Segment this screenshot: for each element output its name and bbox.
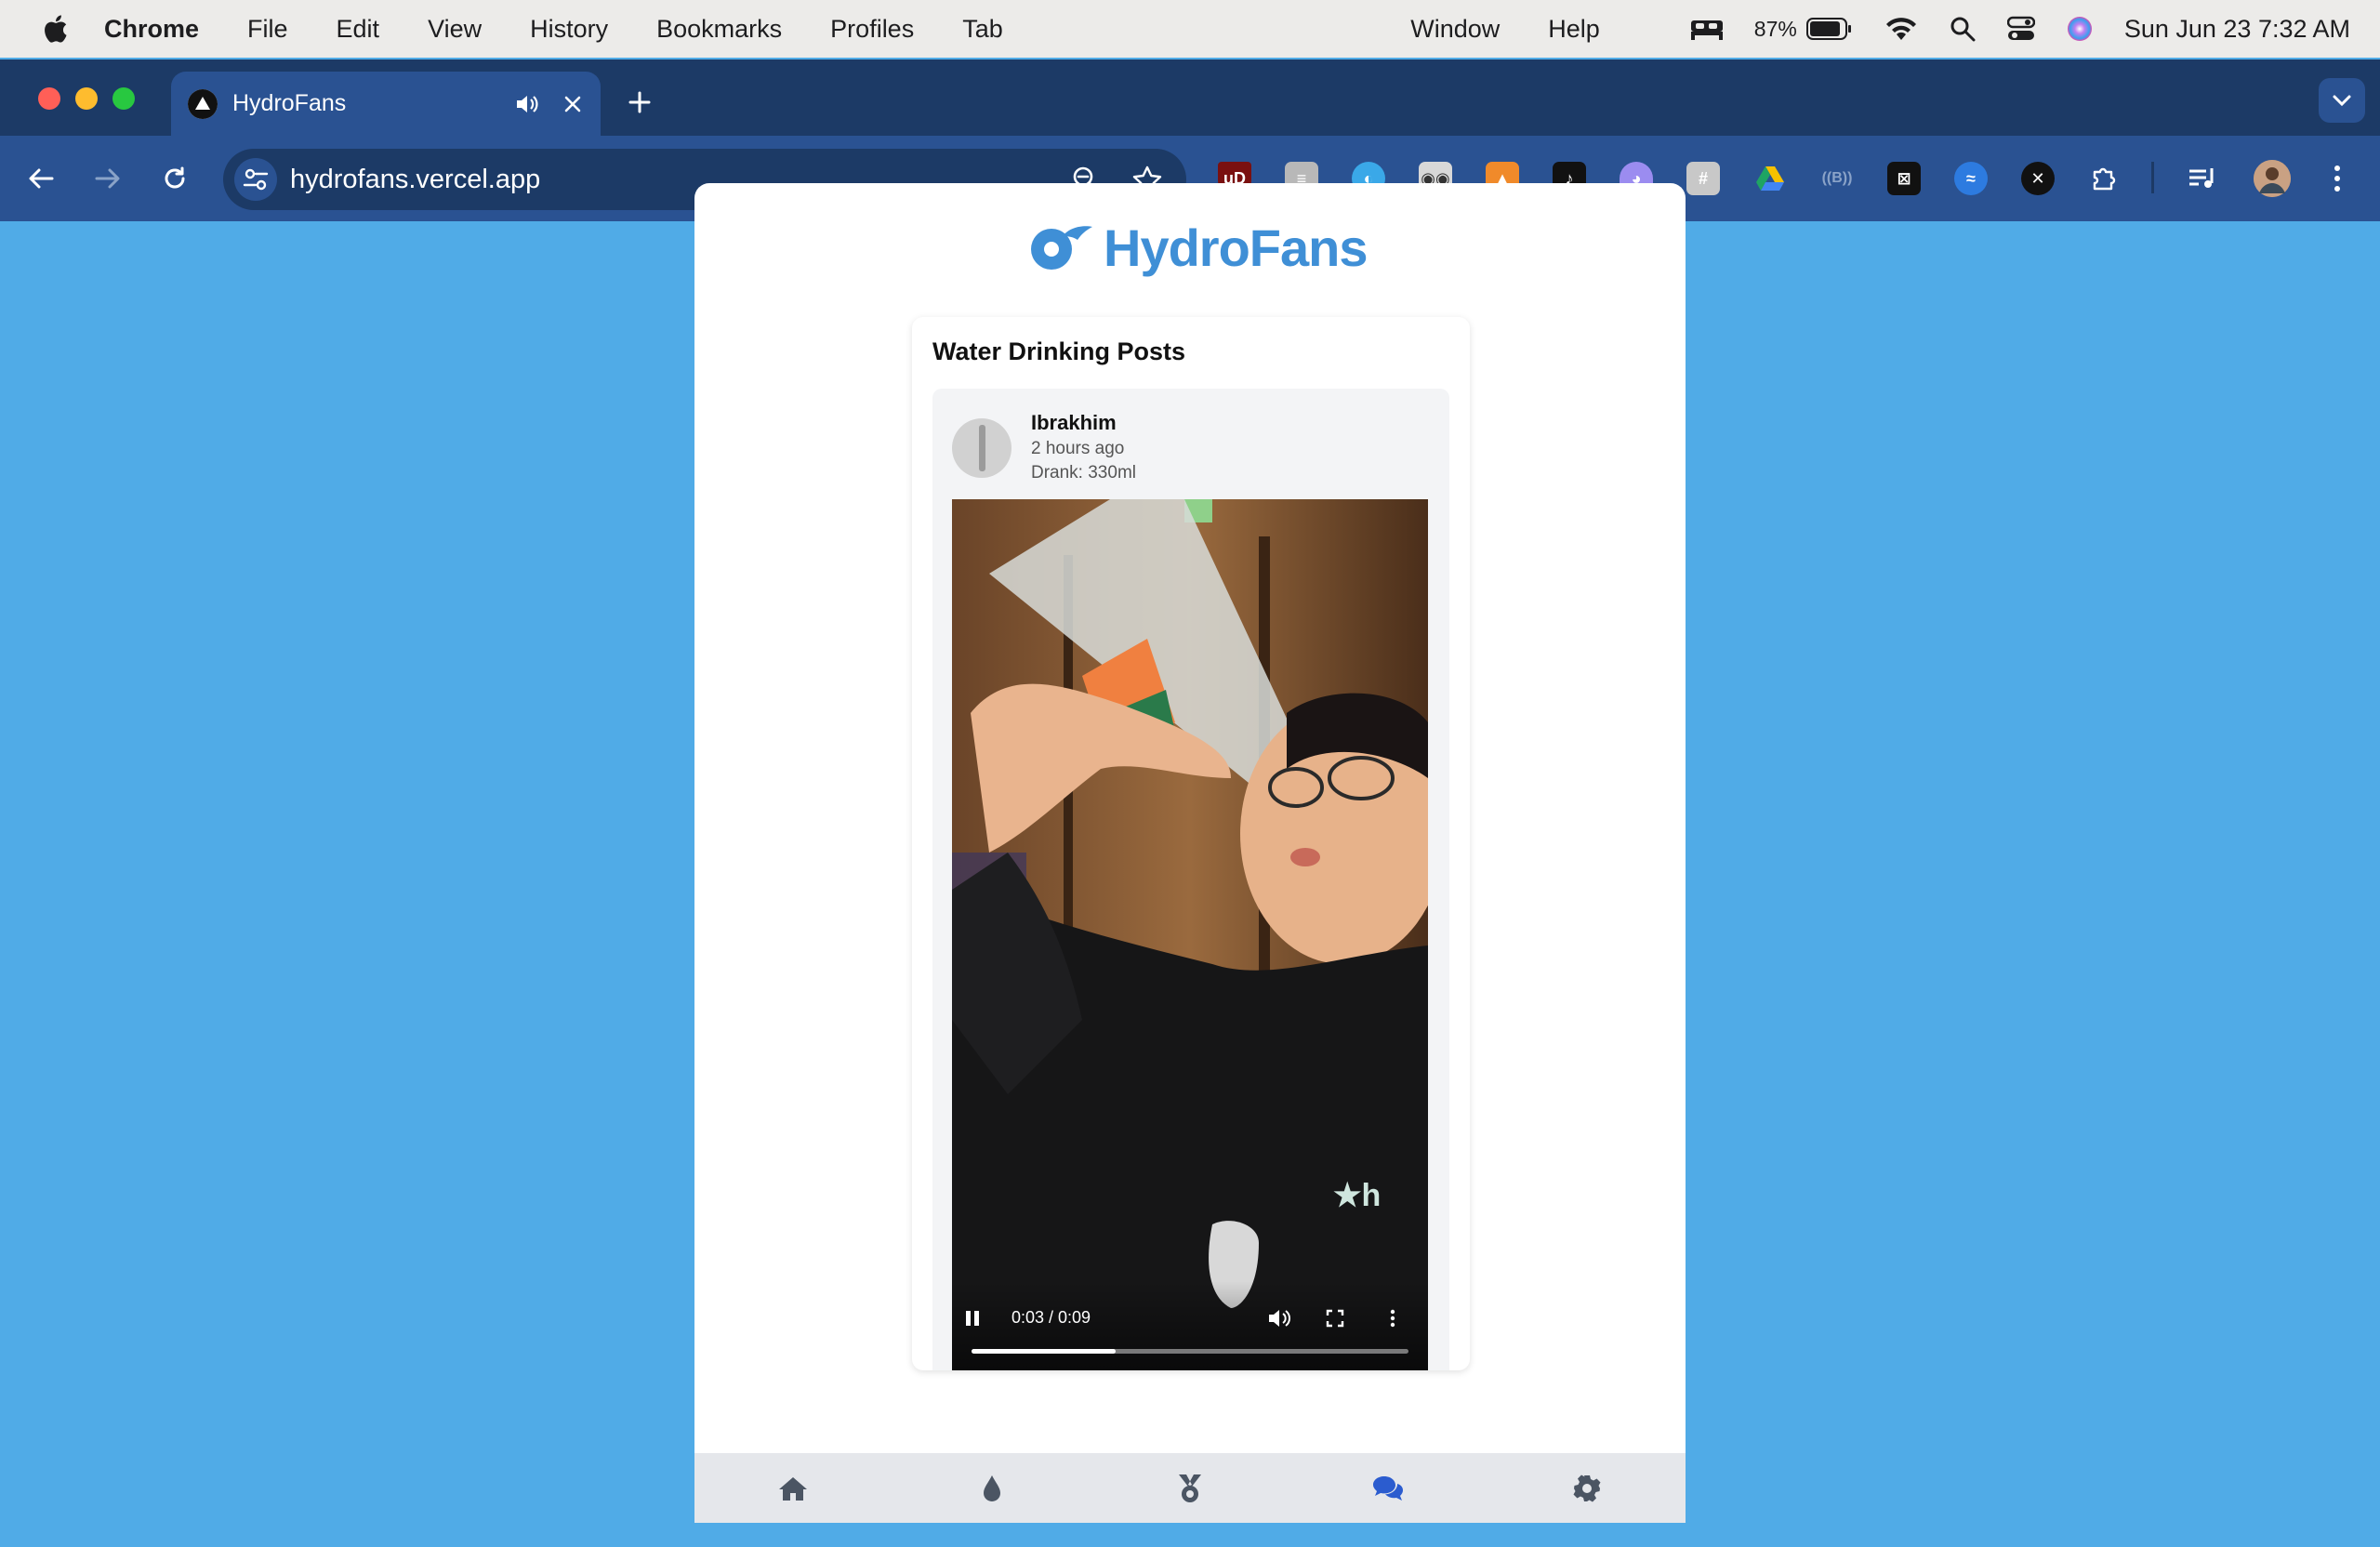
post-time: 2 hours ago [1031, 439, 1125, 458]
tab-strip: HydroFans [0, 60, 2380, 136]
zoom-window-button[interactable] [112, 87, 135, 110]
puzzle-icon[interactable] [2088, 162, 2122, 195]
google-drive-icon[interactable] [1753, 162, 1787, 195]
status-area: 87% Sun Jun 23 7:32 AM [1648, 15, 2380, 44]
site-settings-icon[interactable] [234, 158, 277, 201]
volume-icon[interactable] [1263, 1302, 1296, 1335]
menu-bookmarks[interactable]: Bookmarks [656, 15, 782, 44]
toolbar-divider [2151, 162, 2154, 193]
chat-icon[interactable] [1368, 1468, 1408, 1509]
home-icon[interactable] [773, 1468, 813, 1509]
x-extension-icon[interactable]: ✕ [2021, 162, 2055, 195]
post-video[interactable]: ★h 0:03 / 0:09 [952, 499, 1428, 1370]
menu-edit[interactable]: Edit [337, 15, 380, 44]
brand-logo[interactable]: HydroFans [1029, 215, 1368, 280]
menu-file[interactable]: File [247, 15, 288, 44]
reload-icon[interactable] [152, 156, 197, 201]
bed-icon[interactable] [1689, 17, 1725, 41]
avatar[interactable] [2254, 160, 2291, 197]
bottom-nav [694, 1453, 1686, 1523]
video-controls: 0:03 / 0:09 [952, 1281, 1428, 1370]
menu-chrome[interactable]: Chrome [104, 15, 199, 44]
siri-icon[interactable] [2067, 16, 2093, 42]
tab-title: HydroFans [232, 90, 347, 116]
close-icon[interactable] [554, 86, 591, 123]
menu-help[interactable]: Help [1548, 15, 1600, 44]
spotlight-search-icon[interactable] [1950, 16, 1976, 42]
macos-menu-bar: Chrome File Edit View History Bookmarks … [0, 0, 2380, 58]
avatar-placeholder-icon [978, 425, 985, 471]
shirt-logo: ★h [1333, 1178, 1381, 1213]
hashtag-extension-icon[interactable]: # [1686, 162, 1720, 195]
fullscreen-icon[interactable] [1318, 1302, 1352, 1335]
video-more-icon[interactable] [1376, 1302, 1409, 1335]
close-window-button[interactable] [38, 87, 60, 110]
menu-profiles[interactable]: Profiles [830, 15, 914, 44]
brand-name: HydroFans [1104, 218, 1368, 277]
video-time: 0:03 / 0:09 [1012, 1308, 1091, 1327]
tab-hydrofans[interactable]: HydroFans [171, 72, 601, 136]
post-amount: Drank: 330ml [1031, 463, 1136, 483]
forward-arrow-icon[interactable] [86, 156, 130, 201]
post-card: Ibrakhim 2 hours ago Drank: 330ml ★h 0:0… [932, 389, 1449, 1370]
video-frame: ★h [952, 499, 1428, 1370]
hydrofans-app: HydroFans Water Drinking Posts Ibrakhim … [694, 183, 1686, 1523]
avatar[interactable] [952, 418, 1012, 478]
post-username[interactable]: Ibrakhim [1031, 411, 1117, 435]
apple-logo-icon[interactable] [41, 13, 69, 45]
kebab-menu-icon[interactable] [2320, 162, 2354, 195]
menu-view[interactable]: View [428, 15, 482, 44]
medal-icon[interactable] [1170, 1468, 1210, 1509]
posts-feed: Water Drinking Posts Ibrakhim 2 hours ag… [912, 317, 1470, 1370]
vercel-triangle-icon [188, 88, 218, 119]
speaker-icon[interactable] [508, 86, 545, 123]
bracket-extension-icon[interactable]: ((B)) [1820, 162, 1854, 195]
wifi-icon[interactable] [1884, 16, 1918, 42]
menu-clock[interactable]: Sun Jun 23 7:32 AM [2124, 15, 2350, 44]
back-arrow-icon[interactable] [19, 156, 63, 201]
menu-window[interactable]: Window [1410, 15, 1500, 44]
tab-search-button[interactable] [2319, 78, 2365, 123]
minimize-window-button[interactable] [75, 87, 98, 110]
grid-extension-icon[interactable]: ⊠ [1887, 162, 1921, 195]
plus-icon[interactable] [619, 82, 660, 123]
control-center-icon[interactable] [2006, 16, 2035, 42]
water-drop-logo-icon [1031, 226, 1092, 270]
video-progress-fill [972, 1349, 1117, 1354]
battery-percent: 87% [1753, 16, 1797, 41]
pause-icon[interactable] [956, 1302, 989, 1335]
menu-tab[interactable]: Tab [962, 15, 1003, 44]
menu-history[interactable]: History [530, 15, 608, 44]
wave-extension-icon[interactable]: ≈ [1954, 162, 1988, 195]
battery-icon[interactable] [1805, 18, 1853, 40]
media-control-icon[interactable] [2187, 162, 2220, 195]
video-progress-bar[interactable] [972, 1349, 1408, 1354]
water-drop-icon[interactable] [972, 1468, 1012, 1509]
gear-icon[interactable] [1567, 1468, 1607, 1509]
chevron-down-icon [2333, 95, 2351, 107]
feed-title: Water Drinking Posts [932, 337, 1186, 365]
